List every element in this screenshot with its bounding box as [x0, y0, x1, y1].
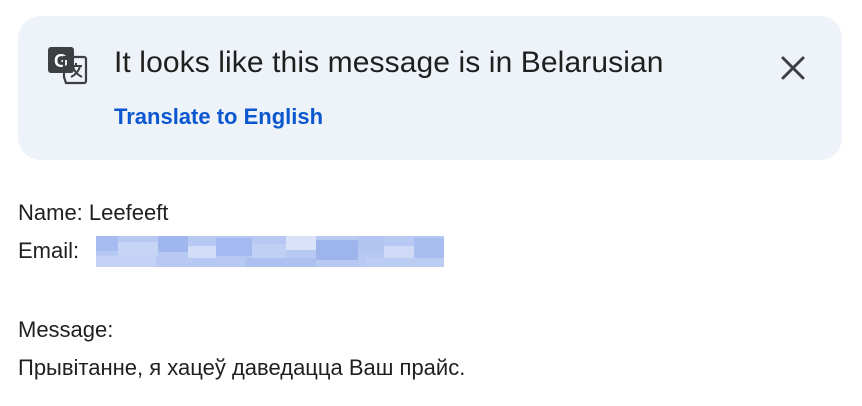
translate-to-english-link[interactable]: Translate to English: [114, 104, 323, 130]
redacted-email: [96, 236, 444, 267]
message-label: Message:: [18, 317, 114, 342]
email-label: Email:: [18, 238, 80, 263]
name-line: Name: Leefeeft: [18, 200, 169, 225]
translation-banner: G It looks like this message is in Belar…: [18, 16, 842, 160]
banner-title: It looks like this message is in Belarus…: [114, 46, 664, 79]
message-text: Прывітанне, я хацеў даведацца Ваш прайс.: [18, 355, 466, 380]
close-icon[interactable]: [776, 51, 810, 85]
svg-text:G: G: [54, 51, 68, 71]
translate-icon: G: [48, 47, 88, 85]
